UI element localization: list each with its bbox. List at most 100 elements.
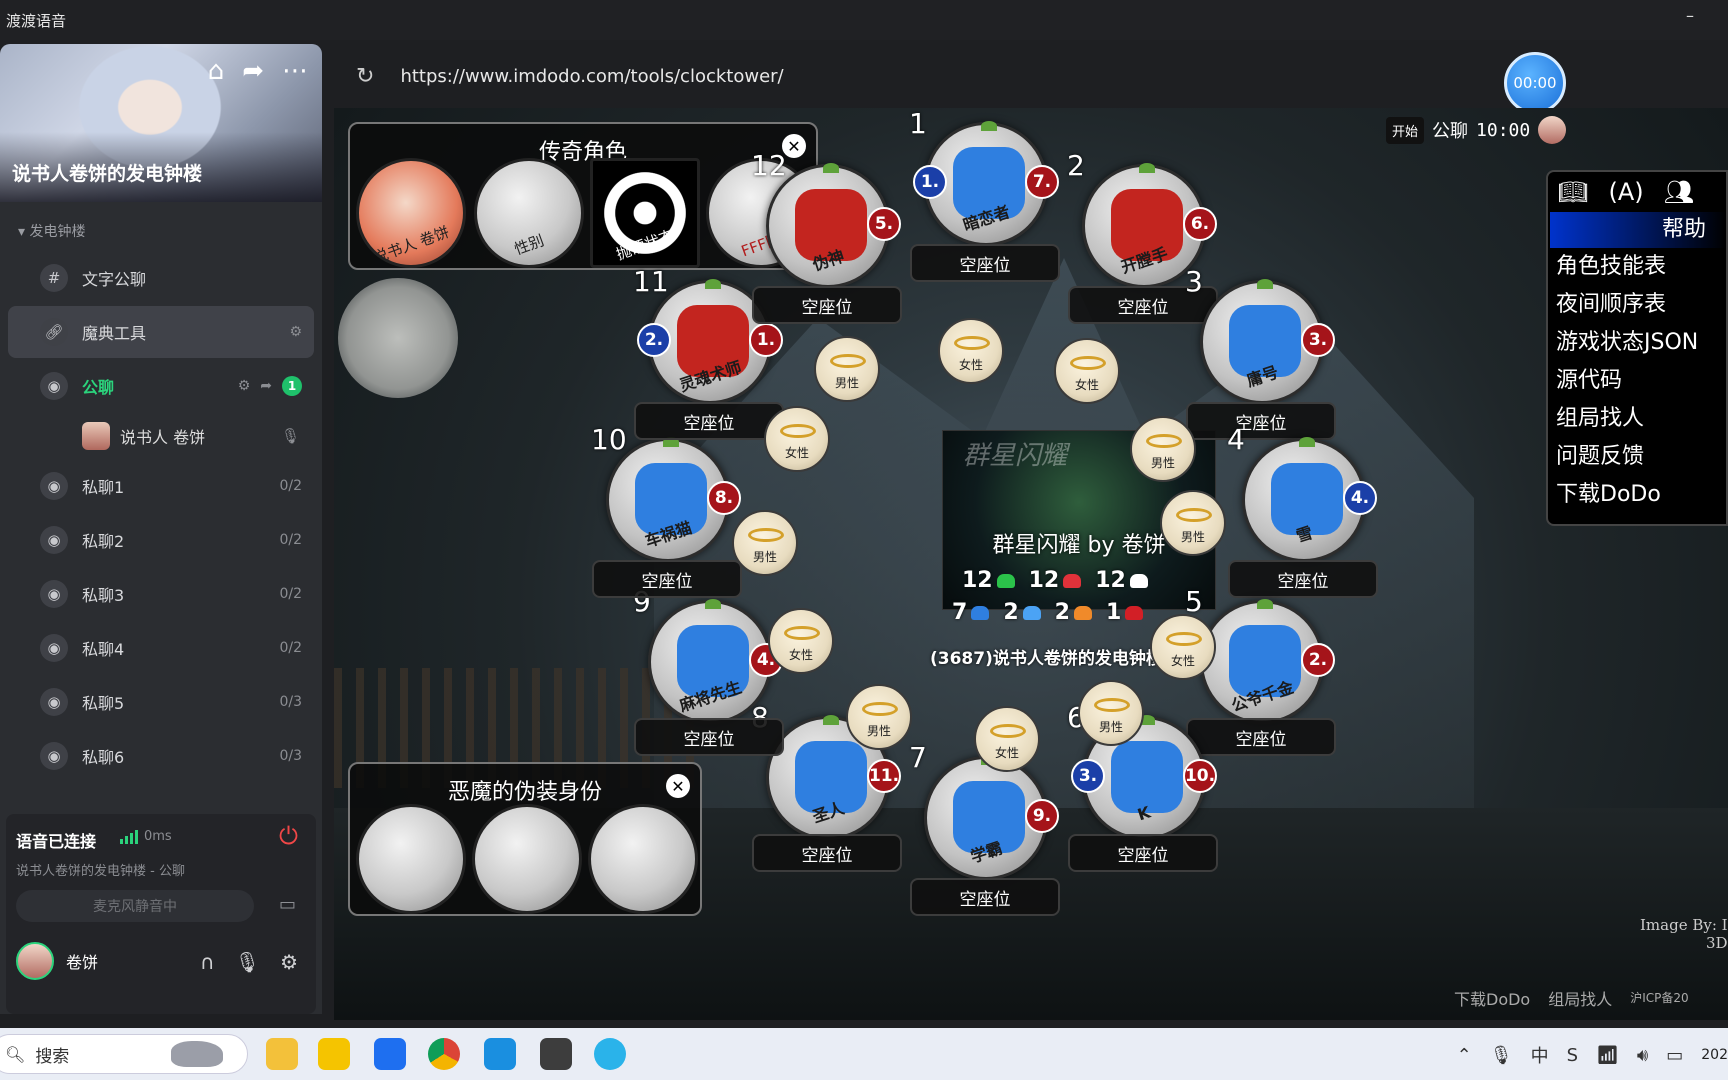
broadcast-icon[interactable]: (A) <box>1608 178 1643 206</box>
qq-icon[interactable] <box>594 1038 626 1070</box>
avatar[interactable] <box>1538 116 1567 144</box>
bluff-token[interactable] <box>472 804 582 914</box>
players-icon[interactable]: 👥︎ <box>1664 178 1694 206</box>
seat-nameplate[interactable]: 空座位 <box>1186 402 1336 440</box>
sublime-icon[interactable] <box>540 1038 572 1070</box>
seat-nameplate[interactable]: 空座位 <box>1068 834 1218 872</box>
seat-nameplate[interactable]: 空座位 <box>592 560 742 598</box>
menu-help[interactable]: 帮助 <box>1550 212 1726 248</box>
reminder-token[interactable]: 女性 <box>1054 338 1120 404</box>
chevron-up-icon[interactable]: ⌃ <box>1457 1045 1472 1066</box>
seat-nameplate[interactable]: 空座位 <box>910 244 1060 282</box>
channel-group-header[interactable]: ▾ 发电钟楼 <box>0 214 322 250</box>
file-explorer-icon[interactable] <box>266 1038 298 1070</box>
seat-token[interactable]: 10 车祸猫 8. <box>591 423 741 562</box>
battery-icon[interactable]: ▭ <box>1666 1045 1683 1066</box>
menu-item[interactable]: 游戏状态JSON <box>1548 324 1726 362</box>
menu-item[interactable]: 角色技能表 <box>1548 248 1726 286</box>
chrome-icon[interactable] <box>428 1038 460 1070</box>
seat-token[interactable]: 4 雪 4. <box>1227 423 1377 562</box>
seat-number: 2 <box>1067 149 1085 182</box>
disconnect-icon[interactable]: ⏻ <box>279 822 298 850</box>
book-icon[interactable]: 📖︎ <box>1558 178 1588 206</box>
bluff-token[interactable] <box>588 804 698 914</box>
wifi-icon[interactable]: 📶︎ <box>1596 1045 1619 1066</box>
channel-private[interactable]: ◉ 私聊4 0/2 <box>8 622 314 674</box>
seat-nameplate[interactable]: 空座位 <box>752 834 902 872</box>
legend-token[interactable]: 性别 <box>474 158 584 268</box>
seat-nameplate[interactable]: 空座位 <box>1186 718 1336 756</box>
channel-private[interactable]: ◉ 私聊5 0/3 <box>8 676 314 728</box>
channel-private[interactable]: ◉ 私聊6 0/3 <box>8 730 314 782</box>
voice-member[interactable]: 说书人 卷饼 🎙︎ <box>0 414 322 458</box>
reminder-token[interactable]: 女性 <box>768 608 834 674</box>
seat-nameplate[interactable]: 空座位 <box>634 402 784 440</box>
current-user[interactable]: 卷饼 <box>16 942 98 980</box>
reload-icon[interactable]: ↻ <box>356 64 374 89</box>
mic-off-icon[interactable]: 🎙︎ <box>235 950 260 974</box>
seat-token[interactable]: 7 学霸 9. <box>909 741 1059 880</box>
timer-button[interactable]: 00:00 <box>1504 52 1566 114</box>
footer-link[interactable]: 下载DoDo <box>1454 986 1530 1010</box>
seat-token[interactable]: 5 公爷千金 2. <box>1185 585 1335 724</box>
reminder-token[interactable]: 女性 <box>764 406 830 472</box>
seat-nameplate[interactable]: 空座位 <box>910 878 1060 916</box>
legend-token[interactable]: 抛硬状态 <box>590 158 700 268</box>
reminder-token[interactable]: 男性 <box>814 336 880 402</box>
bluff-token[interactable] <box>356 804 466 914</box>
menu-item[interactable]: 下载DoDo <box>1548 476 1726 514</box>
k-app-icon[interactable] <box>484 1038 516 1070</box>
start-button[interactable]: 开始 <box>1386 116 1425 144</box>
seat-number: 3 <box>1185 265 1203 298</box>
channel-private[interactable]: ◉ 私聊3 0/2 <box>8 568 314 620</box>
home-icon[interactable]: ⌂ <box>208 56 225 86</box>
menu-item[interactable]: 组局找人 <box>1548 400 1726 438</box>
channel-voice-public[interactable]: ◉ 公聊 ⚙ ➦ 1 <box>8 360 314 412</box>
seat-token[interactable]: 12 伪神 5. <box>751 149 901 288</box>
channel-private[interactable]: ◉ 私聊1 0/2 <box>8 460 314 512</box>
reminder-token[interactable]: 男性 <box>1130 416 1196 482</box>
seat-nameplate[interactable]: 空座位 <box>634 718 784 756</box>
legend-token[interactable]: 说书人 卷饼 <box>356 158 466 268</box>
menu-item[interactable]: 源代码 <box>1548 362 1726 400</box>
share-icon[interactable]: ➦ <box>242 56 264 86</box>
minimize-button[interactable]: – <box>1686 6 1694 25</box>
dodo-app-icon[interactable] <box>318 1038 350 1070</box>
seat-token[interactable]: 3 庸号 3. <box>1185 265 1335 404</box>
mic-icon[interactable]: 🎙︎ <box>1490 1045 1513 1066</box>
ime-icon[interactable]: 中 <box>1531 1042 1549 1068</box>
settings-sliders-icon[interactable]: ⚙ <box>280 950 298 974</box>
channel-grimoire-tool[interactable]: 🔗︎ 魔典工具 ⚙ <box>8 306 314 358</box>
alive-heart-icon <box>1063 573 1082 588</box>
app-tray-icon[interactable]: S <box>1567 1045 1578 1066</box>
reminder-token[interactable]: 男性 <box>846 684 912 750</box>
reminder-token[interactable]: 男性 <box>1078 680 1144 746</box>
more-icon[interactable]: ⋯ <box>282 56 308 86</box>
reminder-token[interactable]: 女性 <box>974 706 1040 772</box>
headphones-icon[interactable]: ∩ <box>200 950 215 974</box>
seat-token[interactable]: 1 暗恋者 1. 7. <box>909 108 1059 246</box>
taskbar-search[interactable]: 🔍︎ 搜索 <box>0 1034 248 1074</box>
panel-title: 恶魔的伪装身份 <box>447 780 602 805</box>
menu-item[interactable]: 夜间顺序表 <box>1548 286 1726 324</box>
channel-private[interactable]: ◉ 私聊2 0/2 <box>8 514 314 566</box>
screen-share-icon[interactable]: ▭ <box>279 894 296 915</box>
share-icon[interactable]: ➦ <box>260 378 272 394</box>
reminder-token[interactable]: 女性 <box>938 318 1004 384</box>
reminder-token[interactable]: 男性 <box>732 510 798 576</box>
close-icon[interactable]: ✕ <box>666 774 690 798</box>
settings-icon[interactable]: ⚙ <box>238 378 251 394</box>
reminder-token[interactable]: 女性 <box>1150 614 1216 680</box>
volume-icon[interactable]: 🔊︎ <box>1637 1045 1648 1066</box>
mic-mute-button[interactable]: 麦克风静音中 <box>16 890 254 922</box>
channel-text-chat[interactable]: # 文字公聊 <box>8 252 314 304</box>
menu-item[interactable]: 问题反馈 <box>1548 438 1726 476</box>
footer-link[interactable]: 组局找人 <box>1548 986 1612 1010</box>
messenger-app-icon[interactable] <box>374 1038 406 1070</box>
seat-token[interactable]: 9 麻将先生 4. <box>633 585 783 724</box>
seat-nameplate[interactable]: 空座位 <box>752 286 902 324</box>
reminder-token[interactable]: 男性 <box>1160 490 1226 556</box>
settings-icon[interactable]: ⚙ <box>289 324 302 340</box>
url-text[interactable]: https://www.imdodo.com/tools/clocktower/ <box>400 66 783 87</box>
seat-nameplate[interactable]: 空座位 <box>1228 560 1378 598</box>
